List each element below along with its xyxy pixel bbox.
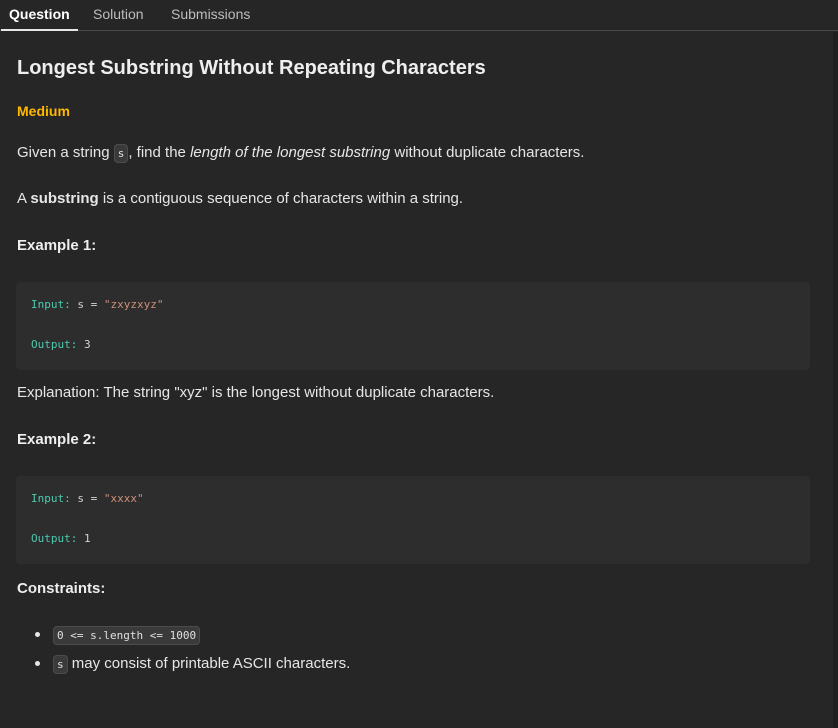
bullet-dot-icon — [35, 661, 40, 666]
example-2-output: Output: 1 — [31, 532, 91, 545]
problem-title: Longest Substring Without Repeating Char… — [17, 57, 486, 79]
problem-statement: Given a string s, find the length of the… — [17, 144, 585, 163]
output-label: Output: — [31, 338, 78, 351]
statement-text: without duplicate characters. — [390, 144, 585, 161]
constraint-text: may consist of printable ASCII character… — [67, 655, 351, 672]
input-var: s = — [70, 298, 104, 311]
inline-code: s — [53, 655, 68, 674]
constraints-list: 0 <= s.length <= 1000 s may consist of p… — [30, 625, 350, 683]
example-2-input: Input: s = "xxxx" — [31, 492, 144, 505]
inline-code: s — [113, 144, 129, 163]
statement-emphasis: length of the longest substring — [190, 144, 391, 161]
list-item: s may consist of printable ASCII charact… — [30, 654, 350, 683]
output-label: Output: — [31, 532, 78, 545]
example-1-code-block: Input: s = "zxyzxyz" Output: 3 — [16, 282, 810, 370]
tab-question[interactable]: Question — [1, 0, 78, 31]
definition-text: is a contiguous sequence of characters w… — [98, 190, 464, 207]
problem-description: Longest Substring Without Repeating Char… — [0, 32, 833, 728]
example-2-heading: Example 2: — [17, 431, 97, 448]
inline-code: 0 <= s.length <= 1000 — [53, 626, 201, 645]
scrollbar-track[interactable] — [833, 32, 838, 728]
input-value: "xxxx" — [103, 492, 144, 505]
input-var: s = — [70, 492, 104, 505]
example-1-heading: Example 1: — [17, 237, 97, 254]
input-label: Input: — [31, 298, 71, 311]
substring-definition: A substring is a contiguous sequence of … — [17, 190, 463, 207]
example-1-explanation: Explanation: The string "xyz" is the lon… — [17, 384, 495, 401]
input-value: "zxyzxyz" — [103, 298, 164, 311]
statement-text: Given a string — [17, 144, 114, 161]
tab-submissions[interactable]: Submissions — [163, 0, 258, 31]
difficulty-badge: Medium — [17, 103, 70, 119]
example-2-code-block: Input: s = "xxxx" Output: 1 — [16, 476, 810, 564]
example-1-output: Output: 3 — [31, 338, 91, 351]
bullet-dot-icon — [35, 632, 40, 637]
list-item: 0 <= s.length <= 1000 — [30, 625, 350, 654]
definition-term: substring — [30, 190, 99, 207]
tab-solution[interactable]: Solution — [85, 0, 152, 31]
tab-bar: Question Solution Submissions — [0, 0, 838, 31]
constraints-heading: Constraints: — [17, 580, 106, 597]
input-label: Input: — [31, 492, 71, 505]
definition-text: A — [17, 190, 31, 207]
statement-text: , find the — [128, 144, 191, 161]
example-1-input: Input: s = "zxyzxyz" — [31, 298, 163, 311]
output-value: 1 — [77, 532, 91, 545]
output-value: 3 — [77, 338, 91, 351]
